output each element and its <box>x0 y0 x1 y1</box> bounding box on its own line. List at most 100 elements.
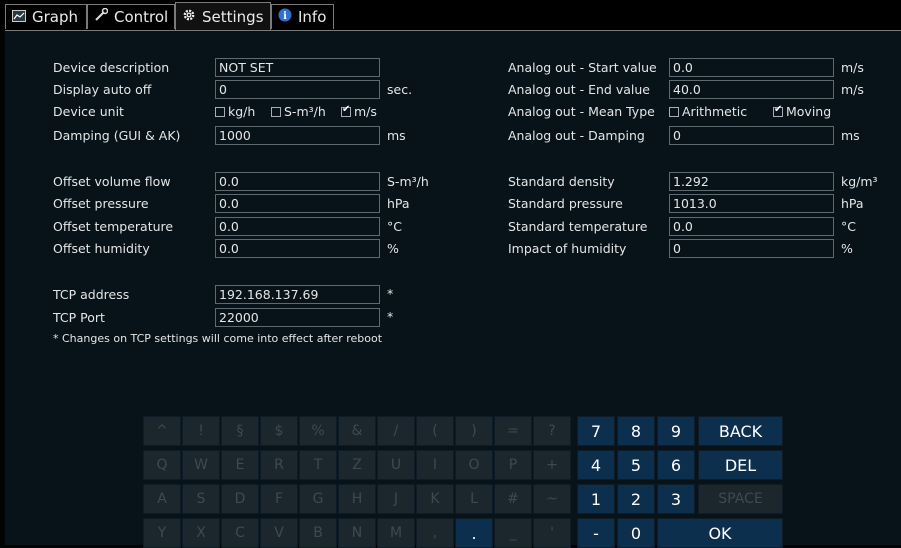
key: G <box>299 484 337 514</box>
analog-damping-unit: ms <box>841 128 860 143</box>
offset-volume-flow-unit: S-m³/h <box>387 174 429 189</box>
offset-pressure-field[interactable]: 0.0 <box>215 194 380 213</box>
moving-label: Moving <box>786 104 832 119</box>
analog-damping-field[interactable]: 0 <box>669 126 834 145</box>
checkbox-empty-icon <box>215 106 225 117</box>
tab-settings-label: Settings <box>202 8 264 26</box>
tab-graph-label: Graph <box>32 8 79 26</box>
offset-humidity-unit: % <box>387 241 399 256</box>
mean-type-label: Analog out - Mean Type <box>508 104 655 119</box>
key-9[interactable]: 9 <box>657 416 695 446</box>
damping-unit: ms <box>387 128 406 143</box>
tcp-port-asterisk: * <box>387 309 394 324</box>
offset-temperature-field[interactable]: 0.0 <box>215 217 380 236</box>
start-value-unit: m/s <box>841 60 864 75</box>
offset-humidity-label: Offset humidity <box>53 241 150 256</box>
key: A <box>143 484 181 514</box>
key: T <box>299 450 337 480</box>
std-pressure-label: Standard pressure <box>508 196 623 211</box>
key: ~ <box>533 484 571 514</box>
display-auto-off-field[interactable]: 0 <box>215 80 380 99</box>
checkbox-checked-icon <box>341 104 351 117</box>
key-4[interactable]: 4 <box>577 450 615 480</box>
std-pressure-unit: hPa <box>841 196 864 211</box>
tcp-address-field[interactable]: 192.168.137.69 <box>215 285 380 304</box>
device-unit-kgh-checkbox[interactable]: kg/h <box>215 104 255 119</box>
std-density-label: Standard density <box>508 174 615 189</box>
mean-type-arithmetic-checkbox[interactable]: Arithmetic <box>669 104 747 119</box>
tcp-address-label: TCP address <box>53 287 130 302</box>
key-3[interactable]: 3 <box>657 484 695 514</box>
checkbox-checked-icon <box>773 104 783 117</box>
tcp-port-field[interactable]: 22000 <box>215 308 380 327</box>
svg-text:i: i <box>283 11 287 22</box>
offset-temperature-label: Offset temperature <box>53 219 174 234</box>
start-value-label: Analog out - Start value <box>508 60 657 75</box>
key: H <box>338 484 376 514</box>
key: $ <box>260 416 298 446</box>
tab-graph[interactable]: Graph <box>5 4 87 29</box>
ms-label: m/s <box>354 104 377 119</box>
key-2[interactable]: 2 <box>617 484 655 514</box>
tab-control-label: Control <box>114 8 169 26</box>
tab-info[interactable]: i Info <box>271 4 334 29</box>
key-5[interactable]: 5 <box>617 450 655 480</box>
std-density-unit: kg/m³ <box>841 174 878 189</box>
offset-volume-flow-field[interactable]: 0.0 <box>215 172 380 191</box>
start-value-field[interactable]: 0.0 <box>669 58 834 77</box>
key: = <box>494 416 532 446</box>
gear-icon <box>182 8 196 26</box>
key: Q <box>143 450 181 480</box>
key: ( <box>416 416 454 446</box>
key: P <box>494 450 532 480</box>
device-unit-ms-checkbox[interactable]: m/s <box>341 104 377 119</box>
wrench-icon <box>94 7 109 26</box>
key-6[interactable]: 6 <box>657 450 695 480</box>
key: E <box>221 450 259 480</box>
tcp-port-label: TCP Port <box>53 310 105 325</box>
key: / <box>377 416 415 446</box>
offset-volume-flow-label: Offset volume flow <box>53 174 171 189</box>
key: J <box>377 484 415 514</box>
key: D <box>221 484 259 514</box>
key: & <box>338 416 376 446</box>
mean-type-moving-checkbox[interactable]: Moving <box>773 104 831 119</box>
device-description-field[interactable]: NOT SET <box>215 58 380 77</box>
offset-temperature-unit: °C <box>387 219 402 234</box>
key: F <box>260 484 298 514</box>
damping-field[interactable]: 1000 <box>215 126 380 145</box>
device-unit-sm3h-checkbox[interactable]: S-m³/h <box>271 104 326 119</box>
sm3h-label: S-m³/h <box>284 104 326 119</box>
key: ? <box>533 416 571 446</box>
tcp-address-asterisk: * <box>387 286 394 301</box>
tab-info-label: Info <box>298 8 327 26</box>
std-pressure-field[interactable]: 1013.0 <box>669 194 834 213</box>
impact-humidity-unit: % <box>841 241 853 256</box>
key-8[interactable]: 8 <box>617 416 655 446</box>
offset-pressure-unit: hPa <box>387 196 410 211</box>
offset-pressure-label: Offset pressure <box>53 196 149 211</box>
key: ^ <box>143 416 181 446</box>
back-button[interactable]: BACK <box>698 416 783 446</box>
key-7[interactable]: 7 <box>577 416 615 446</box>
std-temperature-field[interactable]: 0.0 <box>669 217 834 236</box>
end-value-unit: m/s <box>841 82 864 97</box>
del-button[interactable]: DEL <box>698 450 783 480</box>
analog-damping-label: Analog out - Damping <box>508 128 645 143</box>
display-auto-off-label: Display auto off <box>53 82 152 97</box>
display-auto-off-unit: sec. <box>387 82 413 97</box>
damping-label: Damping (GUI & AK) <box>53 128 181 143</box>
offset-humidity-field[interactable]: 0.0 <box>215 239 380 258</box>
graph-icon <box>12 8 26 26</box>
impact-humidity-field[interactable]: 0 <box>669 239 834 258</box>
end-value-label: Analog out - End value <box>508 82 650 97</box>
key-1[interactable]: 1 <box>577 484 615 514</box>
tab-settings[interactable]: Settings <box>175 2 271 31</box>
std-density-field[interactable]: 1.292 <box>669 172 834 191</box>
impact-humidity-label: Impact of humidity <box>508 241 627 256</box>
key: I <box>416 450 454 480</box>
key: U <box>377 450 415 480</box>
key: Z <box>338 450 376 480</box>
end-value-field[interactable]: 40.0 <box>669 80 834 99</box>
tab-control[interactable]: Control <box>87 4 175 29</box>
